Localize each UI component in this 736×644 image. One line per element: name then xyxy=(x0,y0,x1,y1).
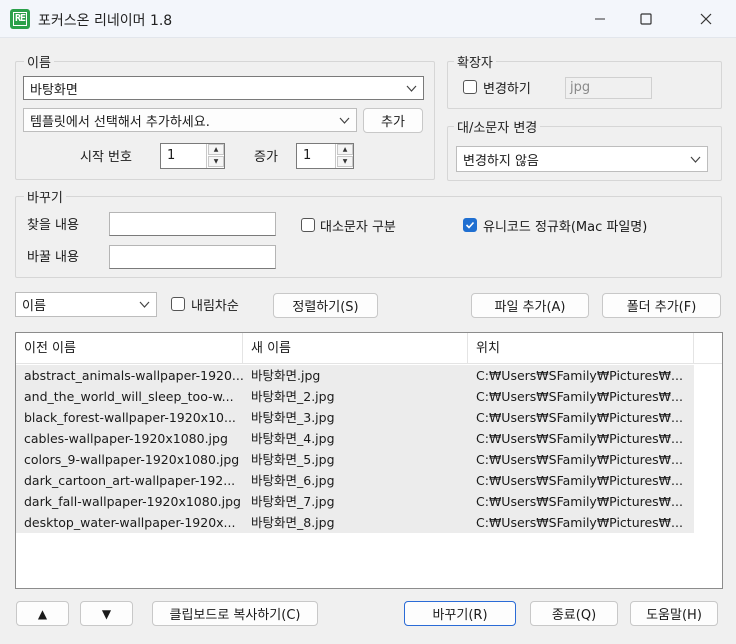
close-button[interactable] xyxy=(683,0,729,38)
extension-group-label: 확장자 xyxy=(454,52,496,71)
descending-checkbox[interactable] xyxy=(171,297,185,311)
template-combo[interactable]: 템플릿에서 선택해서 추가하세요. xyxy=(23,108,357,132)
table-cell-loc: C:₩Users₩SFamily₩Pictures₩... xyxy=(476,494,683,509)
sort-button[interactable]: 정렬하기(S) xyxy=(273,293,378,318)
table-cell-loc: C:₩Users₩SFamily₩Pictures₩... xyxy=(476,410,683,425)
name-combo[interactable]: 바탕화면 xyxy=(23,76,424,100)
table-cell-new: 바탕화면_5.jpg xyxy=(251,452,335,467)
increment-value: 1 xyxy=(303,148,312,163)
add-template-button[interactable]: 추가 xyxy=(363,108,423,133)
change-extension-label: 변경하기 xyxy=(483,82,531,97)
change-extension-checkbox[interactable] xyxy=(463,80,477,94)
table-cell-loc: C:₩Users₩SFamily₩Pictures₩... xyxy=(476,515,683,530)
table-cell-old: cables-wallpaper-1920x1080.jpg xyxy=(24,431,228,446)
table-cell-old: and_the_world_will_sleep_too-w... xyxy=(24,389,234,404)
table-cell-new: 바탕화면_2.jpg xyxy=(251,389,335,404)
table-cell-loc: C:₩Users₩SFamily₩Pictures₩... xyxy=(476,431,683,446)
spin-up-button[interactable]: ▲ xyxy=(337,144,353,155)
start-number-value: 1 xyxy=(167,148,176,163)
name-combo-value: 바탕화면 xyxy=(30,82,78,98)
start-number-spinner[interactable]: 1 ▲ ▼ xyxy=(160,143,225,169)
sort-field-combo[interactable]: 이름 xyxy=(15,292,157,317)
replace-label: 바꿀 내용 xyxy=(27,250,79,265)
close-icon xyxy=(700,13,712,25)
column-old-name[interactable]: 이전 이름 xyxy=(16,333,243,364)
table-cell-old: black_forest-wallpaper-1920x10... xyxy=(24,410,236,425)
sort-field-value: 이름 xyxy=(22,299,46,314)
case-combo[interactable]: 변경하지 않음 xyxy=(456,146,708,172)
descending-label: 내림차순 xyxy=(191,299,239,314)
move-up-button[interactable]: ▲ xyxy=(16,601,69,626)
unicode-normalize-label: 유니코드 정규화(Mac 파일명) xyxy=(483,220,648,235)
file-list-header: 이전 이름 새 이름 위치 xyxy=(16,333,722,364)
rename-button[interactable]: 바꾸기(R) xyxy=(404,601,516,626)
app-logo-icon: RE xyxy=(10,9,30,29)
table-cell-loc: C:₩Users₩SFamily₩Pictures₩... xyxy=(476,368,683,383)
table-cell-loc: C:₩Users₩SFamily₩Pictures₩... xyxy=(476,473,683,488)
add-folder-button[interactable]: 폴더 추가(F) xyxy=(602,293,721,318)
case-sensitive-checkbox[interactable] xyxy=(301,218,315,232)
chevron-down-icon xyxy=(339,117,350,124)
window-title: 포커스온 리네이머 1.8 xyxy=(38,13,173,29)
checkmark-icon xyxy=(465,221,475,229)
file-list-rows: abstract_animals-wallpaper-1920... 바탕화면.j… xyxy=(16,365,694,533)
template-combo-value: 템플릿에서 선택해서 추가하세요. xyxy=(30,114,210,130)
table-row[interactable]: colors_9-wallpaper-1920x1080.jpg 바탕화면_5.j… xyxy=(16,449,694,470)
file-list[interactable]: 이전 이름 새 이름 위치 abstract_animals-wallpaper… xyxy=(15,332,723,589)
table-cell-new: 바탕화면.jpg xyxy=(251,368,321,383)
case-combo-value: 변경하지 않음 xyxy=(463,153,539,169)
table-cell-new: 바탕화면_8.jpg xyxy=(251,515,335,530)
increment-label: 증가 xyxy=(254,150,278,165)
table-row[interactable]: dark_fall-wallpaper-1920x1080.jpg 바탕화면_7.… xyxy=(16,491,694,512)
extension-field[interactable]: jpg xyxy=(565,77,652,99)
table-row[interactable]: dark_cartoon_art-wallpaper-192... 바탕화면_6.… xyxy=(16,470,694,491)
table-row[interactable]: abstract_animals-wallpaper-1920... 바탕화면.j… xyxy=(16,365,694,386)
maximize-icon xyxy=(640,13,652,25)
table-cell-new: 바탕화면_3.jpg xyxy=(251,410,335,425)
chevron-down-icon xyxy=(406,85,417,92)
case-group-label: 대/소문자 변경 xyxy=(454,117,541,136)
help-button[interactable]: 도움말(H) xyxy=(630,601,718,626)
table-cell-loc: C:₩Users₩SFamily₩Pictures₩... xyxy=(476,452,683,467)
minimize-button[interactable] xyxy=(577,0,623,38)
table-cell-old: dark_fall-wallpaper-1920x1080.jpg xyxy=(24,494,241,509)
table-cell-new: 바탕화면_7.jpg xyxy=(251,494,335,509)
spin-up-button[interactable]: ▲ xyxy=(208,144,224,155)
add-file-button[interactable]: 파일 추가(A) xyxy=(471,293,589,318)
case-sensitive-label: 대소문자 구분 xyxy=(320,220,396,235)
exit-button[interactable]: 종료(Q) xyxy=(530,601,618,626)
name-group-label: 이름 xyxy=(24,52,54,71)
move-down-button[interactable]: ▼ xyxy=(80,601,133,626)
column-location[interactable]: 위치 xyxy=(468,333,694,364)
maximize-button[interactable] xyxy=(623,0,669,38)
unicode-normalize-checkbox[interactable] xyxy=(463,218,477,232)
increment-spinner[interactable]: 1 ▲ ▼ xyxy=(296,143,354,169)
table-row[interactable]: and_the_world_will_sleep_too-w... 바탕화면_2.… xyxy=(16,386,694,407)
find-input[interactable] xyxy=(109,212,276,236)
column-new-name[interactable]: 새 이름 xyxy=(243,333,468,364)
spinner-buttons: ▲ ▼ xyxy=(335,144,353,168)
replace-input[interactable] xyxy=(109,245,276,269)
copy-to-clipboard-button[interactable]: 클립보드로 복사하기(C) xyxy=(152,601,318,626)
table-cell-old: abstract_animals-wallpaper-1920... xyxy=(24,368,243,383)
table-cell-new: 바탕화면_4.jpg xyxy=(251,431,335,446)
table-cell-loc: C:₩Users₩SFamily₩Pictures₩... xyxy=(476,389,683,404)
table-row[interactable]: desktop_water-wallpaper-1920x... 바탕화면_8.j… xyxy=(16,512,694,533)
replace-group-label: 바꾸기 xyxy=(24,187,66,206)
table-cell-old: dark_cartoon_art-wallpaper-192... xyxy=(24,473,236,488)
spinner-buttons: ▲ ▼ xyxy=(206,144,224,168)
spin-down-button[interactable]: ▼ xyxy=(208,156,224,167)
start-number-label: 시작 번호 xyxy=(80,150,132,165)
chevron-down-icon xyxy=(139,301,150,308)
table-row[interactable]: black_forest-wallpaper-1920x10... 바탕화면_3.… xyxy=(16,407,694,428)
chevron-down-icon xyxy=(690,156,701,163)
spin-down-button[interactable]: ▼ xyxy=(337,156,353,167)
find-label: 찾을 내용 xyxy=(27,218,79,233)
table-cell-old: desktop_water-wallpaper-1920x... xyxy=(24,515,236,530)
table-cell-new: 바탕화면_6.jpg xyxy=(251,473,335,488)
minimize-icon xyxy=(595,18,605,20)
table-row[interactable]: cables-wallpaper-1920x1080.jpg 바탕화면_4.jpg… xyxy=(16,428,694,449)
table-cell-old: colors_9-wallpaper-1920x1080.jpg xyxy=(24,452,240,467)
